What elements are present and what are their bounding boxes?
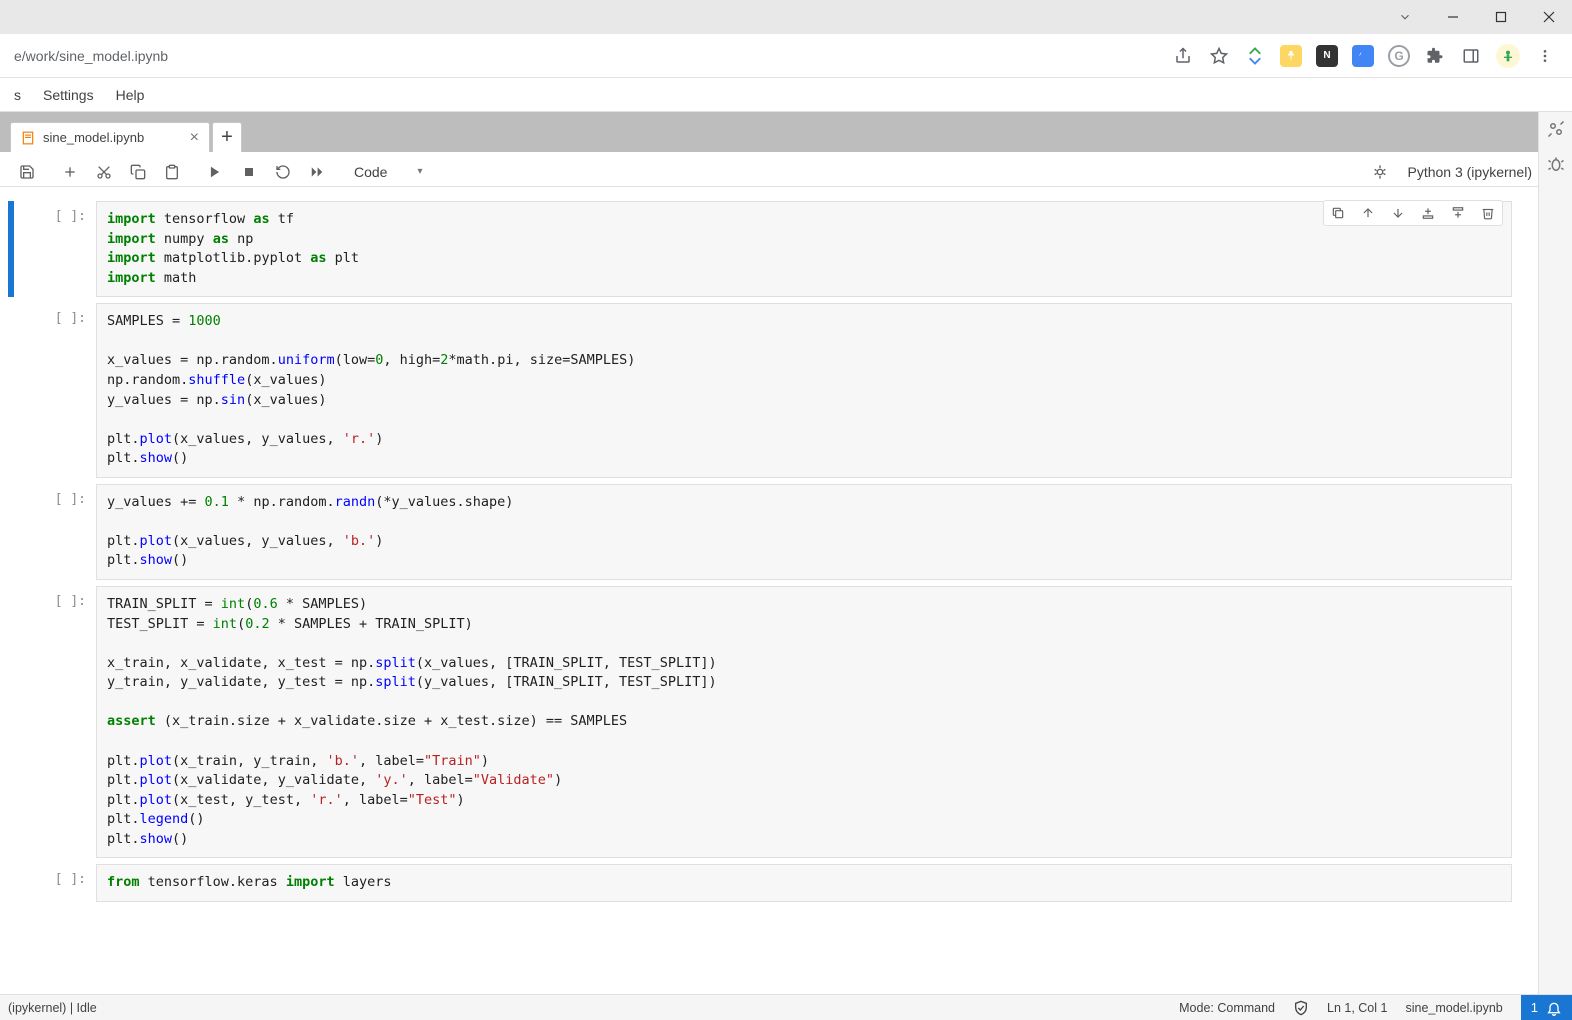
status-notifications[interactable]: 1 bbox=[1521, 995, 1572, 1020]
cell-type-label: Code bbox=[354, 164, 387, 180]
property-inspector-icon[interactable] bbox=[1547, 120, 1565, 138]
cell-prompt: [ ]: bbox=[16, 864, 96, 902]
cell-selection-indicator bbox=[8, 201, 14, 297]
tab-strip: sine_model.ipynb × + bbox=[0, 112, 1572, 152]
bookmark-star-icon[interactable] bbox=[1208, 45, 1230, 67]
move-up-icon[interactable] bbox=[1358, 203, 1378, 223]
window-maximize-icon[interactable] bbox=[1486, 2, 1516, 32]
cell-type-select[interactable]: Code ▾ bbox=[346, 162, 431, 182]
status-cursor: Ln 1, Col 1 bbox=[1327, 1001, 1387, 1015]
extensions-puzzle-icon[interactable] bbox=[1424, 45, 1446, 67]
cell-toolbar bbox=[1323, 200, 1503, 226]
code-cell[interactable]: [ ]: import tensorflow as tf import nump… bbox=[16, 201, 1512, 297]
status-kernel[interactable]: (ipykernel) | Idle bbox=[8, 1001, 97, 1015]
cell-prompt: [ ]: bbox=[16, 201, 96, 297]
extension-keep-icon[interactable] bbox=[1280, 45, 1302, 67]
cell-input[interactable]: from tensorflow.keras import layers bbox=[96, 864, 1512, 902]
menu-item-settings[interactable]: Settings bbox=[43, 87, 94, 103]
status-mode: Mode: Command bbox=[1179, 1001, 1275, 1015]
kernel-name[interactable]: Python 3 (ipykernel) bbox=[1407, 164, 1532, 180]
code-cell[interactable]: [ ]: TRAIN_SPLIT = int(0.6 * SAMPLES) TE… bbox=[16, 586, 1512, 858]
interrupt-button[interactable] bbox=[234, 157, 264, 187]
cell-prompt: [ ]: bbox=[16, 484, 96, 580]
right-sidebar bbox=[1538, 112, 1572, 994]
code-content: TRAIN_SPLIT = int(0.6 * SAMPLES) TEST_SP… bbox=[107, 595, 1501, 849]
tabs-dropdown-icon[interactable] bbox=[1390, 2, 1420, 32]
code-content: y_values += 0.1 * np.random.randn(*y_val… bbox=[107, 493, 1501, 571]
side-panel-icon[interactable] bbox=[1460, 45, 1482, 67]
notebook-area: [ ]: import tensorflow as tf import nump… bbox=[0, 186, 1538, 994]
insert-cell-button[interactable] bbox=[55, 157, 85, 187]
cell-input[interactable]: y_values += 0.1 * np.random.randn(*y_val… bbox=[96, 484, 1512, 580]
new-tab-button[interactable]: + bbox=[212, 122, 242, 152]
status-filename[interactable]: sine_model.ipynb bbox=[1405, 1001, 1502, 1015]
cell-input[interactable]: TRAIN_SPLIT = int(0.6 * SAMPLES) TEST_SP… bbox=[96, 586, 1512, 858]
share-icon[interactable] bbox=[1172, 45, 1194, 67]
address-fragment[interactable]: e/work/sine_model.ipynb bbox=[10, 48, 1172, 64]
cell-input[interactable]: import tensorflow as tf import numpy as … bbox=[96, 201, 1512, 297]
notebook-scroll[interactable]: [ ]: import tensorflow as tf import nump… bbox=[8, 187, 1538, 994]
debugger-icon[interactable] bbox=[1365, 157, 1395, 187]
chrome-menu-icon[interactable] bbox=[1534, 45, 1556, 67]
code-content: SAMPLES = 1000 x_values = np.random.unif… bbox=[107, 312, 1501, 469]
menu-item-help[interactable]: Help bbox=[116, 87, 145, 103]
extension-arrows-icon[interactable] bbox=[1244, 45, 1266, 67]
insert-below-icon[interactable] bbox=[1448, 203, 1468, 223]
browser-address-row: e/work/sine_model.ipynb N G bbox=[0, 34, 1572, 78]
extension-translate-icon[interactable] bbox=[1352, 45, 1374, 67]
copy-button[interactable] bbox=[123, 157, 153, 187]
restart-button[interactable] bbox=[268, 157, 298, 187]
code-content: import tensorflow as tf import numpy as … bbox=[107, 210, 1501, 288]
profile-avatar-icon[interactable] bbox=[1496, 44, 1520, 68]
tab-label: sine_model.ipynb bbox=[43, 130, 144, 145]
cell-prompt: [ ]: bbox=[16, 586, 96, 858]
chevron-down-icon: ▾ bbox=[417, 166, 422, 177]
code-cell[interactable]: [ ]: y_values += 0.1 * np.random.randn(*… bbox=[16, 484, 1512, 580]
duplicate-cell-icon[interactable] bbox=[1328, 203, 1348, 223]
insert-above-icon[interactable] bbox=[1418, 203, 1438, 223]
restart-run-all-button[interactable] bbox=[302, 157, 332, 187]
debugger-panel-icon[interactable] bbox=[1547, 156, 1565, 174]
bell-icon bbox=[1546, 1000, 1562, 1016]
paste-button[interactable] bbox=[157, 157, 187, 187]
status-trusted-icon[interactable] bbox=[1293, 1000, 1309, 1016]
notebook-file-icon bbox=[21, 131, 35, 145]
window-close-icon[interactable] bbox=[1534, 2, 1564, 32]
status-bar: (ipykernel) | Idle Mode: Command Ln 1, C… bbox=[0, 994, 1572, 1020]
extension-grammarly-icon[interactable]: G bbox=[1388, 45, 1410, 67]
code-cell[interactable]: [ ]: SAMPLES = 1000 x_values = np.random… bbox=[16, 303, 1512, 478]
window-minimize-icon[interactable] bbox=[1438, 2, 1468, 32]
tab-close-icon[interactable]: × bbox=[190, 129, 199, 147]
code-cell[interactable]: [ ]: from tensorflow.keras import layers bbox=[16, 864, 1512, 902]
run-button[interactable] bbox=[200, 157, 230, 187]
cut-button[interactable] bbox=[89, 157, 119, 187]
menu-item-s[interactable]: s bbox=[14, 87, 21, 103]
cell-prompt: [ ]: bbox=[16, 303, 96, 478]
notebook-tab[interactable]: sine_model.ipynb × bbox=[10, 122, 210, 152]
move-down-icon[interactable] bbox=[1388, 203, 1408, 223]
cell-input[interactable]: SAMPLES = 1000 x_values = np.random.unif… bbox=[96, 303, 1512, 478]
delete-cell-icon[interactable] bbox=[1478, 203, 1498, 223]
save-button[interactable] bbox=[12, 157, 42, 187]
code-content: from tensorflow.keras import layers bbox=[107, 873, 1501, 893]
extension-notion-icon[interactable]: N bbox=[1316, 45, 1338, 67]
jupyter-menubar: s Settings Help bbox=[0, 78, 1572, 112]
notification-count: 1 bbox=[1531, 1000, 1538, 1015]
window-titlebar bbox=[0, 0, 1572, 34]
